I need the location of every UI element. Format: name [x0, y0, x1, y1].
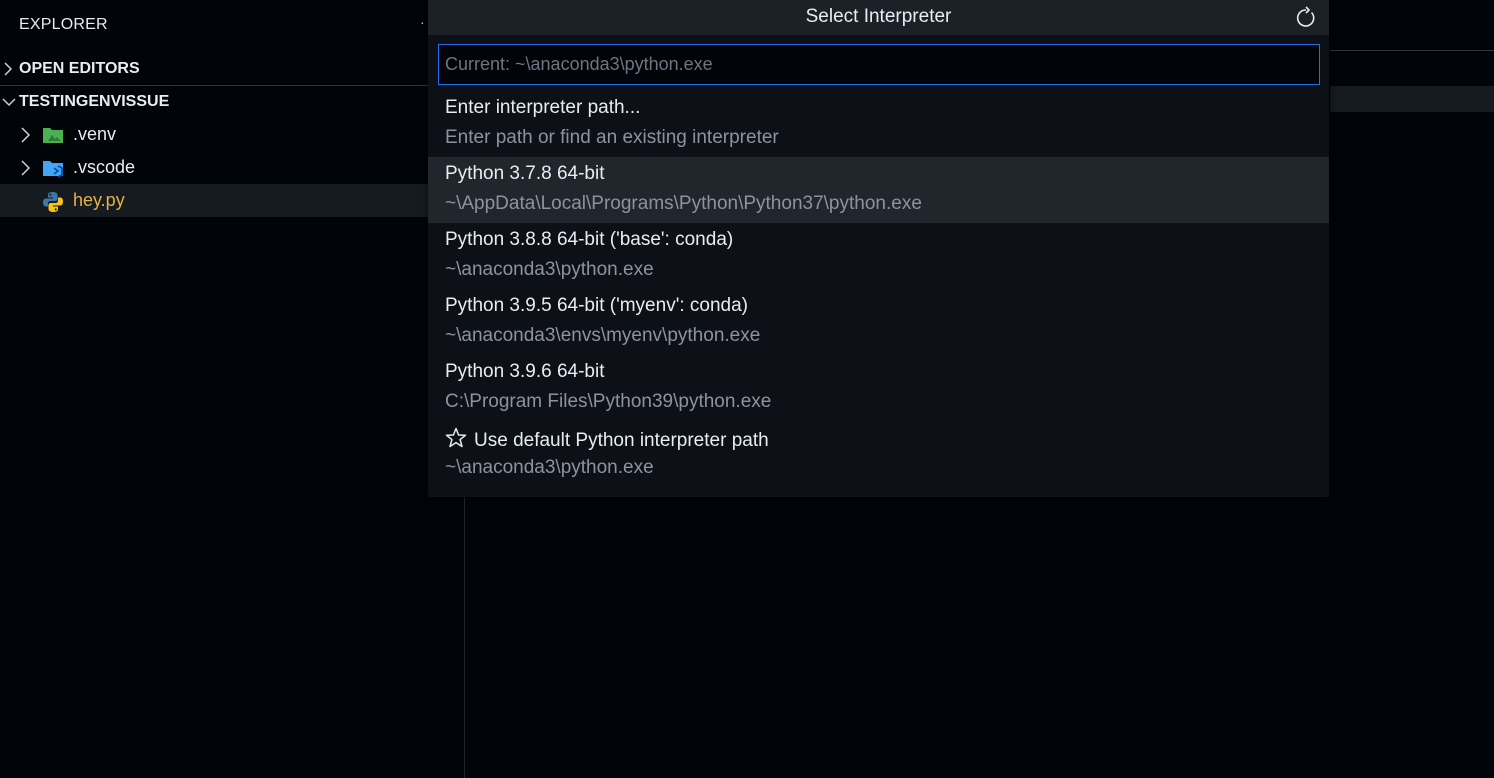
- editor-current-line: [1330, 86, 1494, 112]
- interpreter-list: Enter interpreter path... Enter path or …: [428, 91, 1329, 487]
- tree-item-label: hey.py: [73, 190, 125, 210]
- list-item-enter-path[interactable]: Enter interpreter path... Enter path or …: [428, 91, 1329, 157]
- python-icon: [42, 191, 64, 212]
- tree-item-vscode[interactable]: .vscode: [0, 151, 464, 184]
- list-item-python-388-base[interactable]: Python 3.8.8 64-bit ('base': conda) ~\an…: [428, 223, 1329, 289]
- list-item-description: C:\Program Files\Python39\python.exe: [445, 391, 772, 412]
- folder-vscode-icon: [42, 158, 64, 178]
- more-actions-icon[interactable]: ·: [420, 14, 425, 30]
- list-item-python-395-myenv[interactable]: Python 3.9.5 64-bit ('myenv': conda) ~\a…: [428, 289, 1329, 355]
- tree-item-label: .vscode: [73, 157, 136, 177]
- interpreter-search-input[interactable]: [438, 44, 1320, 85]
- list-item-python-378[interactable]: Python 3.7.8 64-bit ~\AppData\Local\Prog…: [428, 157, 1329, 223]
- open-editors-label: OPEN EDITORS: [19, 59, 140, 77]
- workspace-label: TESTINGENVISSUE: [19, 93, 170, 110]
- folder-green-icon: [42, 125, 64, 145]
- list-item-description: ~\anaconda3\python.exe: [445, 259, 654, 280]
- chevron-right-icon: [0, 61, 19, 76]
- list-item-description: Enter path or find an existing interpret…: [445, 127, 779, 148]
- list-item-description: ~\AppData\Local\Programs\Python\Python37…: [445, 193, 922, 214]
- list-item-python-396[interactable]: Python 3.9.6 64-bit C:\Program Files\Pyt…: [428, 355, 1329, 421]
- list-item-description: ~\anaconda3\envs\myenv\python.exe: [445, 325, 761, 346]
- explorer-title: EXPLORER: [19, 16, 108, 33]
- list-item-description: ~\anaconda3\python.exe: [445, 457, 654, 478]
- workspace-section-header[interactable]: TESTINGENVISSUE: [0, 85, 465, 118]
- list-item-label: Python 3.9.5 64-bit ('myenv': conda): [445, 295, 748, 316]
- chevron-down-icon: [0, 96, 19, 108]
- list-item-label: Use default Python interpreter path: [474, 430, 769, 451]
- list-item-label: Python 3.7.8 64-bit: [445, 163, 605, 184]
- list-item-label: Python 3.9.6 64-bit: [445, 361, 605, 382]
- select-interpreter-quickpick: Select Interpreter Enter interpreter pat…: [428, 0, 1329, 497]
- star-icon: [445, 427, 467, 455]
- list-item-label: Python 3.8.8 64-bit ('base': conda): [445, 229, 734, 250]
- open-editors-section-header[interactable]: OPEN EDITORS: [0, 52, 465, 85]
- list-item-label: Enter interpreter path...: [445, 97, 641, 118]
- refresh-icon[interactable]: [1294, 6, 1318, 30]
- explorer-sidebar: EXPLORER · OPEN EDITORS TESTINGENVISSUE: [0, 0, 465, 778]
- tree-item-hey-py[interactable]: hey.py: [0, 184, 464, 217]
- tree-item-venv[interactable]: .venv: [0, 118, 464, 151]
- chevron-right-icon: [19, 127, 31, 148]
- chevron-right-icon: [19, 160, 31, 181]
- list-item-default-interpreter[interactable]: Use default Python interpreter path ~\an…: [428, 421, 1329, 487]
- list-item-label-row: Use default Python interpreter path: [445, 427, 769, 455]
- quickpick-title: Select Interpreter: [805, 6, 952, 27]
- tree-item-label: .venv: [73, 124, 117, 144]
- editor-tabs-divider: [1330, 50, 1494, 51]
- vscode-window: EXPLORER · OPEN EDITORS TESTINGENVISSUE: [0, 0, 1494, 778]
- quickpick-titlebar: Select Interpreter: [428, 0, 1329, 35]
